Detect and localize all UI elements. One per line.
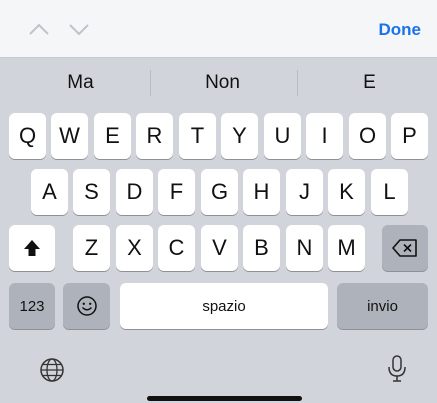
chevron-down-icon[interactable] [68, 20, 90, 38]
key-e[interactable]: E [94, 113, 131, 159]
chevron-up-icon[interactable] [28, 20, 50, 38]
key-b[interactable]: B [243, 225, 280, 271]
key-d[interactable]: D [116, 169, 153, 215]
emoji-key[interactable] [63, 283, 110, 329]
key-c[interactable]: C [158, 225, 195, 271]
suggestion-3[interactable]: E [297, 72, 437, 94]
key-f[interactable]: F [158, 169, 195, 215]
predictive-bar: Ma Non E [0, 58, 437, 108]
key-o[interactable]: O [349, 113, 386, 159]
numbers-key[interactable]: 123 [9, 283, 55, 329]
key-j[interactable]: J [286, 169, 323, 215]
suggestion-2[interactable]: Non [150, 72, 295, 94]
key-y[interactable]: Y [221, 113, 258, 159]
done-button[interactable]: Done [379, 20, 422, 40]
key-i[interactable]: I [306, 113, 343, 159]
key-u[interactable]: U [264, 113, 301, 159]
key-n[interactable]: N [286, 225, 323, 271]
key-h[interactable]: H [243, 169, 280, 215]
return-key[interactable]: invio [337, 283, 428, 329]
key-r[interactable]: R [136, 113, 173, 159]
backspace-icon [392, 238, 418, 258]
keyboard-toolbar: Done [0, 0, 437, 58]
key-t[interactable]: T [179, 113, 216, 159]
key-a[interactable]: A [31, 169, 68, 215]
key-l[interactable]: L [371, 169, 408, 215]
key-g[interactable]: G [201, 169, 238, 215]
key-m[interactable]: M [328, 225, 365, 271]
key-v[interactable]: V [201, 225, 238, 271]
suggestion-1[interactable]: Ma [8, 72, 153, 94]
shift-arrow-icon [22, 238, 42, 258]
key-p[interactable]: P [391, 113, 428, 159]
key-z[interactable]: Z [73, 225, 110, 271]
key-w[interactable]: W [51, 113, 88, 159]
emoji-icon [76, 295, 98, 317]
shift-key[interactable] [9, 225, 55, 271]
globe-icon[interactable] [38, 356, 66, 384]
key-k[interactable]: K [328, 169, 365, 215]
microphone-icon[interactable] [385, 354, 409, 384]
home-indicator [147, 396, 302, 401]
key-q[interactable]: Q [9, 113, 46, 159]
backspace-key[interactable] [382, 225, 428, 271]
key-s[interactable]: S [73, 169, 110, 215]
space-key[interactable]: spazio [120, 283, 328, 329]
key-x[interactable]: X [116, 225, 153, 271]
